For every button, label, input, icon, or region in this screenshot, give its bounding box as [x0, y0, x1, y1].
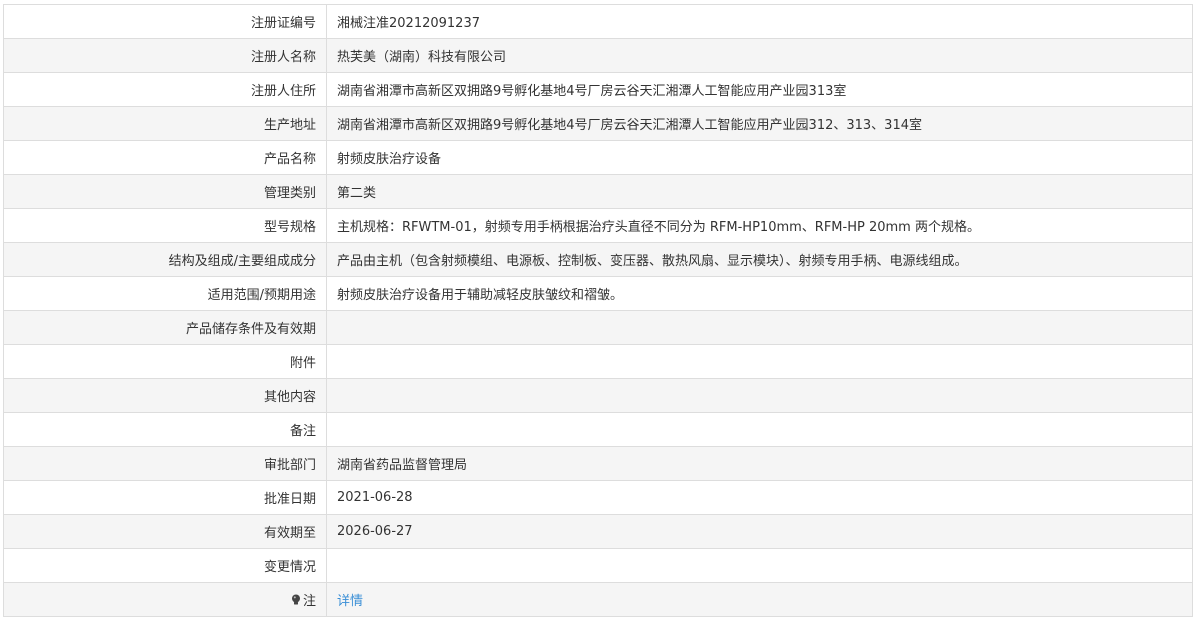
row-label: 批准日期	[3, 480, 327, 515]
row-label: 结构及组成/主要组成成分	[3, 242, 327, 277]
table-row: 产品名称 射频皮肤治疗设备	[3, 140, 1193, 175]
row-label: 管理类别	[3, 174, 327, 209]
table-row: 注册人名称 热芙美（湖南）科技有限公司	[3, 38, 1193, 73]
row-label: 变更情况	[3, 548, 327, 583]
row-label: 产品储存条件及有效期	[3, 310, 327, 345]
note-label-cell: 注	[3, 582, 327, 617]
table-row: 生产地址 湖南省湘潭市高新区双拥路9号孵化基地4号厂房云谷天汇湘潭人工智能应用产…	[3, 106, 1193, 141]
table-row: 型号规格 主机规格：RFWTM-01，射频专用手柄根据治疗头直径不同分为 RFM…	[3, 208, 1193, 243]
row-value	[326, 344, 1193, 379]
row-label: 型号规格	[3, 208, 327, 243]
row-label: 注册人名称	[3, 38, 327, 73]
details-link[interactable]: 详情	[337, 594, 363, 609]
row-label: 有效期至	[3, 514, 327, 549]
registration-detail: 注册证编号 湘械注准20212091237 注册人名称 热芙美（湖南）科技有限公…	[3, 4, 1193, 617]
row-label: 注册证编号	[3, 4, 327, 39]
row-label: 适用范围/预期用途	[3, 276, 327, 311]
row-value: 射频皮肤治疗设备	[326, 140, 1193, 175]
row-value: 热芙美（湖南）科技有限公司	[326, 38, 1193, 73]
table-row: 注册证编号 湘械注准20212091237	[3, 4, 1193, 39]
table-row: 管理类别 第二类	[3, 174, 1193, 209]
row-value	[326, 548, 1193, 583]
row-value: 射频皮肤治疗设备用于辅助减轻皮肤皱纹和褶皱。	[326, 276, 1193, 311]
row-value: 主机规格：RFWTM-01，射频专用手柄根据治疗头直径不同分为 RFM-HP10…	[326, 208, 1193, 243]
note-row: 注 详情	[3, 582, 1193, 617]
table-row: 结构及组成/主要组成成分 产品由主机（包含射频模组、电源板、控制板、变压器、散热…	[3, 242, 1193, 277]
lightbulb-icon	[291, 594, 301, 606]
row-value: 湖南省湘潭市高新区双拥路9号孵化基地4号厂房云谷天汇湘潭人工智能应用产业园313…	[326, 72, 1193, 107]
row-label: 其他内容	[3, 378, 327, 413]
row-label: 生产地址	[3, 106, 327, 141]
row-label: 审批部门	[3, 446, 327, 481]
table-row: 适用范围/预期用途 射频皮肤治疗设备用于辅助减轻皮肤皱纹和褶皱。	[3, 276, 1193, 311]
row-value: 湖南省药品监督管理局	[326, 446, 1193, 481]
row-value	[326, 412, 1193, 447]
note-label: 注	[302, 594, 316, 609]
note-value-cell: 详情	[326, 582, 1193, 617]
row-value: 第二类	[326, 174, 1193, 209]
row-label: 注册人住所	[3, 72, 327, 107]
row-value: 湖南省湘潭市高新区双拥路9号孵化基地4号厂房云谷天汇湘潭人工智能应用产业园312…	[326, 106, 1193, 141]
row-value: 产品由主机（包含射频模组、电源板、控制板、变压器、散热风扇、显示模块）、射频专用…	[326, 242, 1193, 277]
table-row: 产品储存条件及有效期	[3, 310, 1193, 345]
row-value	[326, 378, 1193, 413]
table-row: 审批部门 湖南省药品监督管理局	[3, 446, 1193, 481]
row-value: 2026-06-27	[326, 514, 1193, 549]
row-value	[326, 310, 1193, 345]
row-value: 湘械注准20212091237	[326, 4, 1193, 39]
table-row: 附件	[3, 344, 1193, 379]
row-label: 产品名称	[3, 140, 327, 175]
table-row: 其他内容	[3, 378, 1193, 413]
row-label: 备注	[3, 412, 327, 447]
row-value: 2021-06-28	[326, 480, 1193, 515]
row-label: 附件	[3, 344, 327, 379]
table-row: 备注	[3, 412, 1193, 447]
table-row: 变更情况	[3, 548, 1193, 583]
table-row: 有效期至 2026-06-27	[3, 514, 1193, 549]
table-row: 批准日期 2021-06-28	[3, 480, 1193, 515]
table-row: 注册人住所 湖南省湘潭市高新区双拥路9号孵化基地4号厂房云谷天汇湘潭人工智能应用…	[3, 72, 1193, 107]
detail-table: 注册证编号 湘械注准20212091237 注册人名称 热芙美（湖南）科技有限公…	[3, 4, 1193, 617]
